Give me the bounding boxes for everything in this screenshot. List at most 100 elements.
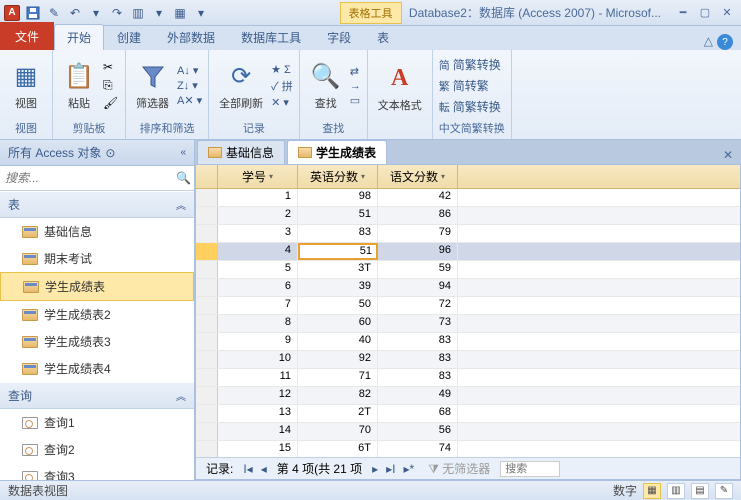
cell[interactable]: 51 [298,243,378,260]
cell[interactable]: 39 [298,279,378,296]
row-selector[interactable] [196,315,218,332]
cell[interactable]: 72 [378,297,458,314]
select-all-cell[interactable] [196,165,218,188]
qat-btn-8[interactable]: ▦ [171,4,189,22]
cell[interactable]: 82 [298,387,378,404]
first-record-icon[interactable]: I◂ [241,462,254,476]
help-icon[interactable]: ? [717,34,733,50]
cell[interactable]: 83 [378,369,458,386]
cell[interactable]: 6 [218,279,298,296]
row-selector[interactable] [196,441,218,457]
cell[interactable]: 92 [298,351,378,368]
cell[interactable]: 9 [218,333,298,350]
convert-sc-tc[interactable]: 简 简繁转换 [439,56,501,73]
qat-more-icon[interactable]: ▾ [192,4,210,22]
nav-item-query-1[interactable]: 查询2 [0,436,194,463]
datasheet-body[interactable]: 1984225186383794519653T59639947507286073… [196,189,740,457]
record-search-input[interactable] [500,461,560,477]
cell[interactable]: 51 [298,207,378,224]
cut-icon[interactable]: ✂ [103,60,119,76]
row-selector[interactable] [196,243,218,260]
new-record-icon[interactable]: ★ Σ [271,63,293,76]
redo-icon[interactable]: ↷ [108,4,126,22]
cell[interactable]: 10 [218,351,298,368]
nav-group-queries[interactable]: 查询︽ [0,382,194,409]
row-selector[interactable] [196,369,218,386]
tab-fields[interactable]: 字段 [314,24,364,50]
cell[interactable]: 5 [218,261,298,278]
col-header-2[interactable]: 语文分数▾ [378,165,458,188]
cell[interactable]: 83 [298,225,378,242]
convert-both[interactable]: 転 简繁转换 [439,98,501,115]
convert-tc-sc[interactable]: 繁 简转繁 [439,77,501,94]
row-selector[interactable] [196,297,218,314]
design-view-icon[interactable]: ✎ [715,483,733,499]
search-icon[interactable]: 🔍 [176,171,191,185]
row-selector[interactable] [196,351,218,368]
row-selector[interactable] [196,423,218,440]
nav-item-query-0[interactable]: 查询1 [0,409,194,436]
refresh-button[interactable]: ⟳全部刷新 [215,59,267,113]
table-row[interactable]: 128249 [196,387,740,405]
nav-item-table-3[interactable]: 学生成绩表2 [0,301,194,328]
cell[interactable]: 60 [298,315,378,332]
cell[interactable]: 8 [218,315,298,332]
qat-btn-6[interactable]: ▥ [129,4,147,22]
cell[interactable]: 56 [378,423,458,440]
last-record-icon[interactable]: ▸I [384,462,397,476]
select-icon[interactable]: ▭ [350,94,361,107]
close-tab-icon[interactable]: ✕ [717,146,739,164]
pivot-view-icon[interactable]: ▥ [667,483,685,499]
table-row[interactable]: 94083 [196,333,740,351]
datasheet-view-icon[interactable]: ▦ [643,483,661,499]
copy-icon[interactable]: ⎘ [103,78,119,94]
clear-sort-icon[interactable]: A✕ ▾ [177,94,202,107]
doc-tab-1[interactable]: 学生成绩表 [287,140,387,164]
doc-tab-0[interactable]: 基础信息 [197,140,285,164]
tab-dbtools[interactable]: 数据库工具 [228,24,314,50]
minimize-icon[interactable]: ━ [673,5,693,21]
row-selector[interactable] [196,405,218,422]
table-row[interactable]: 25186 [196,207,740,225]
new-record-icon[interactable]: ▸* [401,462,416,476]
col-header-0[interactable]: 学号▾ [218,165,298,188]
sort-desc-icon[interactable]: Z↓ ▾ [177,79,202,92]
cell[interactable]: 74 [378,441,458,457]
cell[interactable]: 70 [298,423,378,440]
cell[interactable]: 3T [298,261,378,278]
cell[interactable]: 13 [218,405,298,422]
dropdown-icon[interactable]: ▾ [361,172,365,181]
cell[interactable]: 42 [378,189,458,206]
save-record-icon[interactable]: ✓ 拼 [271,78,293,94]
prev-record-icon[interactable]: ◂ [259,462,269,476]
tab-file[interactable]: 文件 [0,22,54,50]
cell[interactable]: 83 [378,333,458,350]
ribbon-minimize-icon[interactable]: △ [704,34,713,50]
cell[interactable]: 73 [378,315,458,332]
cell[interactable]: 83 [378,351,458,368]
cell[interactable]: 14 [218,423,298,440]
row-selector[interactable] [196,261,218,278]
find-button[interactable]: 🔍查找 [306,59,346,113]
view-button[interactable]: ▦视图 [6,59,46,113]
cell[interactable]: 3 [218,225,298,242]
maximize-icon[interactable]: ▢ [695,5,715,21]
nav-item-table-0[interactable]: 基础信息 [0,218,194,245]
search-input[interactable] [3,169,176,187]
goto-icon[interactable]: → [350,80,361,92]
row-selector[interactable] [196,189,218,206]
dropdown-icon[interactable]: ▾ [441,172,445,181]
table-row[interactable]: 19842 [196,189,740,207]
table-row[interactable]: 38379 [196,225,740,243]
qat-btn-2[interactable]: ✎ [45,4,63,22]
row-selector[interactable] [196,279,218,296]
tab-table[interactable]: 表 [364,24,402,50]
table-row[interactable]: 75072 [196,297,740,315]
row-selector[interactable] [196,333,218,350]
cell[interactable]: 1 [218,189,298,206]
cell[interactable]: 68 [378,405,458,422]
cell[interactable]: 98 [298,189,378,206]
chart-view-icon[interactable]: ▤ [691,483,709,499]
cell[interactable]: 79 [378,225,458,242]
table-row[interactable]: 117183 [196,369,740,387]
